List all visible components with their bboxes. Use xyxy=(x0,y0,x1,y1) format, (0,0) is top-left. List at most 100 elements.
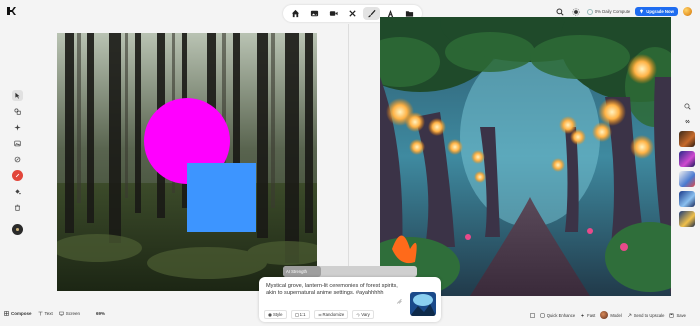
delete-tool[interactable] xyxy=(12,202,23,213)
video-tool[interactable] xyxy=(325,7,342,20)
account-bar: 0% Daily Compute Upgrade Now xyxy=(555,6,692,17)
layout-button[interactable] xyxy=(530,312,535,318)
fill-icon xyxy=(14,189,21,195)
vary-label: Vary xyxy=(361,312,370,317)
compute-ring-icon xyxy=(586,8,593,15)
compose-icon xyxy=(4,311,9,316)
upgrade-button[interactable]: Upgrade Now xyxy=(635,7,678,16)
blue-square-shape[interactable] xyxy=(187,163,256,232)
search-icon xyxy=(556,7,564,16)
crop-tool[interactable] xyxy=(344,7,361,20)
sun-icon xyxy=(572,8,580,15)
shapes-tool[interactable] xyxy=(12,106,23,117)
drawing-canvas[interactable] xyxy=(57,33,317,291)
prompt-input[interactable]: Mystical grove, lantern-lit ceremonies o… xyxy=(266,283,408,298)
brush-tool[interactable] xyxy=(363,7,380,20)
crop-icon xyxy=(349,10,356,17)
model-avatar xyxy=(600,311,609,319)
right-rail xyxy=(678,101,696,227)
shuffle-icon xyxy=(317,313,322,316)
home-tool[interactable] xyxy=(287,7,304,20)
model-label: Model xyxy=(610,312,622,318)
vary-button[interactable]: Vary xyxy=(352,310,374,319)
style-button[interactable]: Style xyxy=(264,310,287,319)
style-icon xyxy=(268,312,272,317)
save-icon xyxy=(669,313,674,317)
trash-icon xyxy=(14,204,20,211)
upscale-icon xyxy=(627,313,631,317)
send-label: Send to Upscale xyxy=(633,312,665,318)
link-icon xyxy=(684,119,690,124)
settings-icon xyxy=(15,227,19,232)
color-icon xyxy=(15,173,19,178)
generation-bar: Quick Enhance Fast Model Send to Upscale… xyxy=(530,311,686,319)
diamond-icon xyxy=(640,9,644,14)
compute-label: 0% Daily Compute xyxy=(594,9,631,14)
history-thumbnail[interactable] xyxy=(679,211,695,227)
brush-icon xyxy=(367,9,376,18)
history-thumbnail[interactable] xyxy=(679,191,695,207)
screen-label: Screen xyxy=(65,311,81,316)
video-icon xyxy=(329,11,338,16)
randomize-button[interactable]: Randomize xyxy=(313,310,349,319)
generated-image[interactable] xyxy=(380,17,671,296)
pen-tool[interactable] xyxy=(12,154,23,165)
save-label: Save xyxy=(676,312,686,318)
home-icon xyxy=(291,9,300,18)
sparkle-icon xyxy=(13,124,21,131)
prompt-panel: Mystical grove, lantern-lit ceremonies o… xyxy=(259,277,441,322)
history-thumbnail[interactable] xyxy=(679,151,695,167)
pen-icon xyxy=(14,156,20,163)
prompt-options: Style 1:1 Randomize Vary xyxy=(264,310,374,319)
strength-label: AI Strength xyxy=(286,269,307,274)
model-button[interactable]: Model xyxy=(600,311,622,319)
text-icon xyxy=(38,311,43,316)
select-icon xyxy=(14,92,20,99)
search-history-button[interactable] xyxy=(682,101,693,112)
image-upload-tool[interactable] xyxy=(12,138,23,149)
fill-tool[interactable] xyxy=(12,186,23,197)
shapes-icon xyxy=(13,108,21,115)
image-tool[interactable] xyxy=(306,7,323,20)
vary-icon xyxy=(356,313,360,316)
ai-strength-slider[interactable]: AI Strength xyxy=(283,266,417,277)
user-avatar[interactable] xyxy=(683,7,692,16)
image-icon xyxy=(13,140,21,147)
style-reference-thumbnail[interactable] xyxy=(410,292,436,316)
sparkle-tool[interactable] xyxy=(12,122,23,133)
search-button[interactable] xyxy=(555,6,566,17)
canvas-tool-rail xyxy=(10,90,24,235)
image-icon xyxy=(310,10,319,17)
quick-enhance-button[interactable]: Quick Enhance xyxy=(540,313,575,318)
resize-handle-icon[interactable] xyxy=(396,298,402,304)
select-tool[interactable] xyxy=(11,90,23,101)
ratio-icon xyxy=(295,312,298,317)
randomize-label: Randomize xyxy=(322,312,345,317)
daily-compute[interactable]: 0% Daily Compute xyxy=(586,8,631,15)
save-button[interactable]: Save xyxy=(669,313,686,318)
bolt-icon xyxy=(581,313,585,317)
split-divider[interactable] xyxy=(348,24,349,304)
history-thumbnail[interactable] xyxy=(679,171,695,187)
quick-enhance-label: Quick Enhance xyxy=(546,312,576,318)
style-label: Style xyxy=(273,312,283,317)
send-to-upscale-button[interactable]: Send to Upscale xyxy=(627,312,665,318)
zoom-level[interactable]: 69% xyxy=(96,311,105,316)
screen-mode[interactable]: Screen xyxy=(59,311,80,316)
logo-icon[interactable] xyxy=(6,6,16,16)
speed-button[interactable]: Fast xyxy=(580,313,595,318)
link-button[interactable] xyxy=(682,116,693,127)
settings-tool[interactable] xyxy=(11,224,23,235)
text-mode[interactable]: Text xyxy=(38,311,53,316)
upgrade-label: Upgrade Now xyxy=(646,9,674,14)
aspect-ratio-button[interactable]: 1:1 xyxy=(290,310,310,319)
fast-label: Fast xyxy=(587,312,596,318)
theme-button[interactable] xyxy=(571,6,582,17)
history-thumbnail[interactable] xyxy=(679,131,695,147)
view-mode-bar: Compose Text Screen 69% xyxy=(4,311,105,316)
lantern-forest-illustration xyxy=(380,17,671,296)
search-icon xyxy=(683,103,691,110)
compose-mode[interactable]: Compose xyxy=(4,311,32,316)
color-picker[interactable] xyxy=(11,170,23,181)
screen-icon xyxy=(59,311,64,316)
